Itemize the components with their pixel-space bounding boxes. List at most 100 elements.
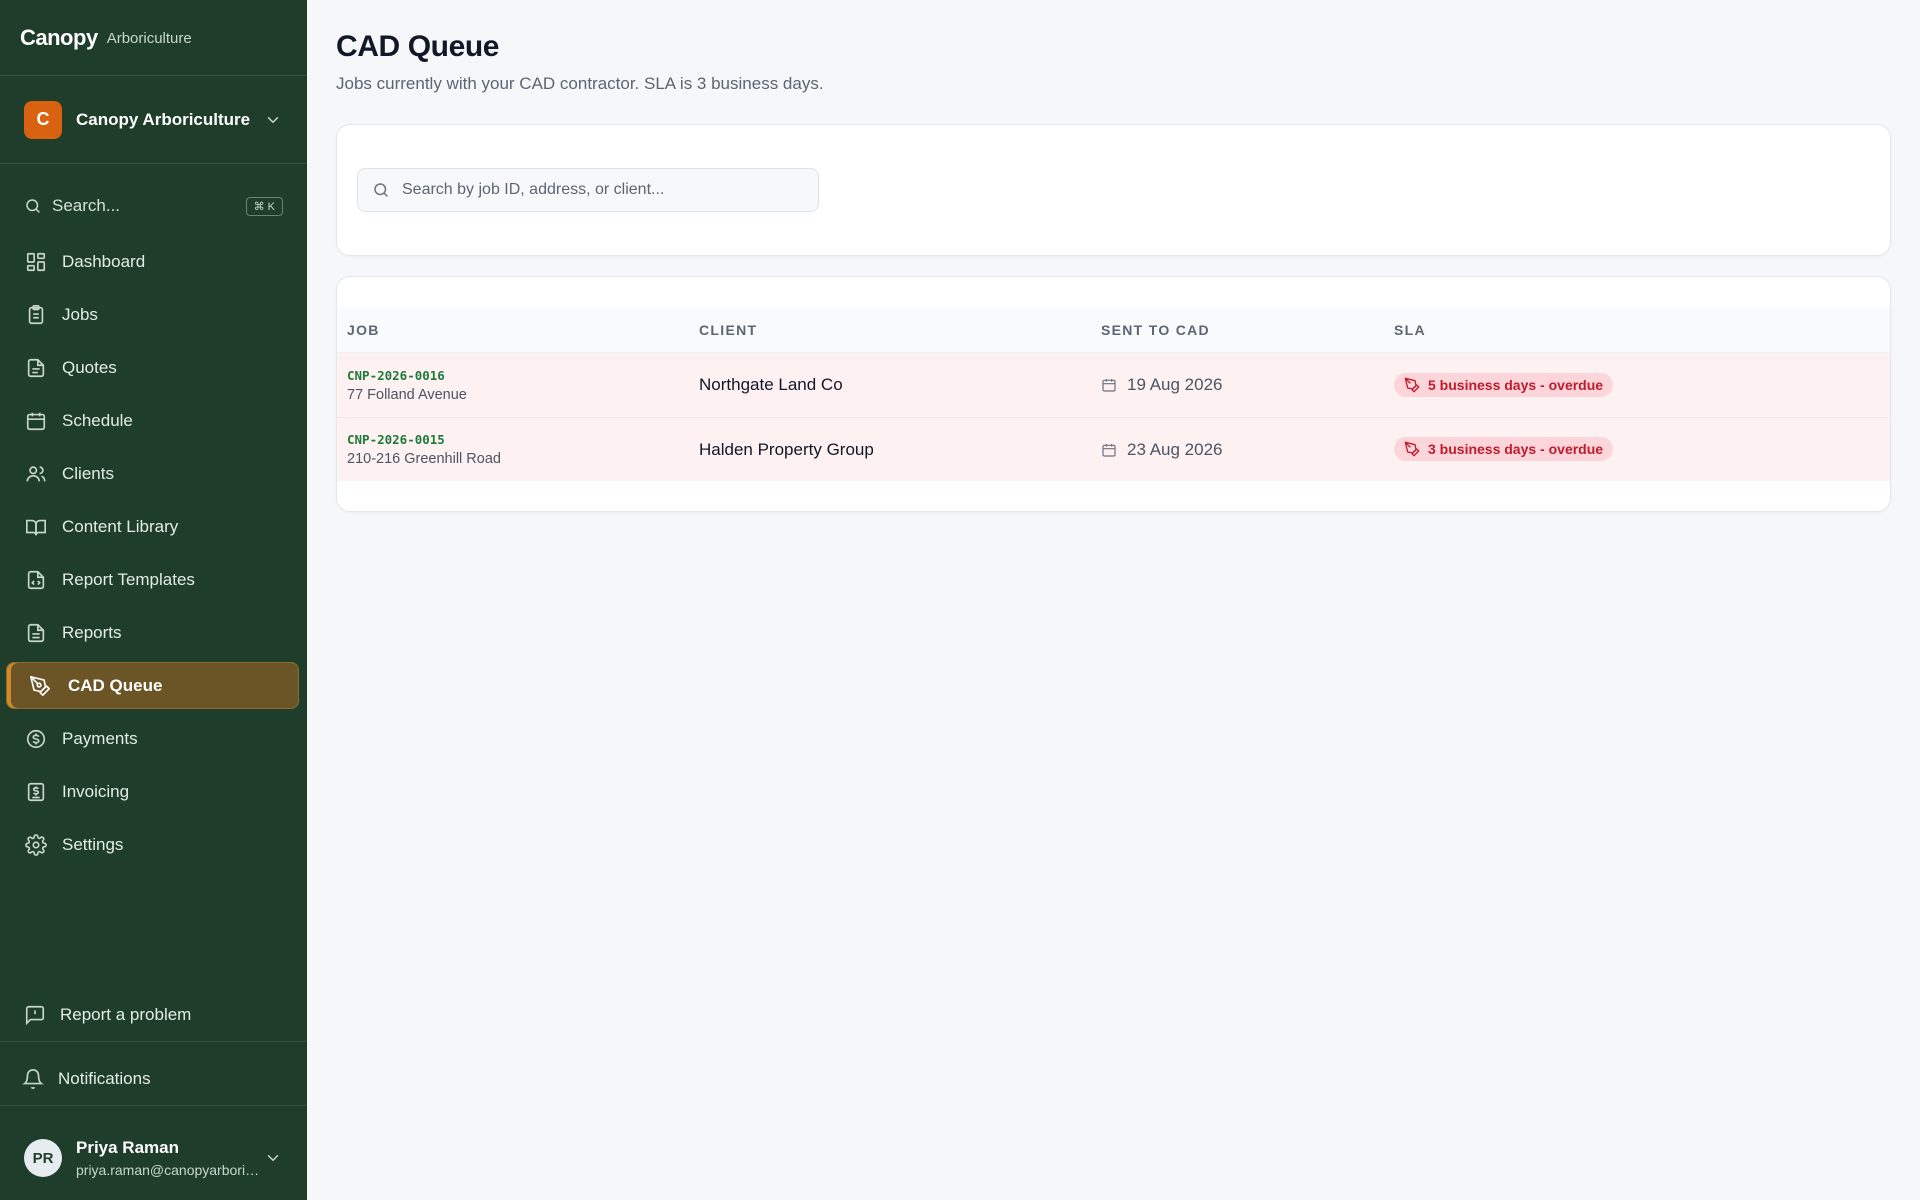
table-header: Job Client Sent to CAD SLA (337, 307, 1890, 353)
job-id-link[interactable]: CNP-2026-0015 (347, 432, 699, 447)
book-icon (24, 515, 48, 539)
job-cell: CNP-2026-0015 210-216 Greenhill Road (337, 432, 699, 467)
sidebar-item-report-templates[interactable]: Report Templates (6, 556, 299, 603)
calendar-icon (1101, 442, 1117, 458)
avatar: PR (24, 1139, 62, 1177)
message-alert-icon (24, 1004, 46, 1026)
main-content: CAD Queue Jobs currently with your CAD c… (307, 0, 1920, 1200)
table-row[interactable]: CNP-2026-0015 210-216 Greenhill Road Hal… (337, 417, 1890, 481)
sidebar-item-cad-queue[interactable]: CAD Queue (6, 662, 299, 709)
brand-name: Canopy (20, 24, 98, 50)
sent-date-cell: 23 Aug 2026 (1101, 440, 1394, 460)
receipt-icon (24, 780, 48, 804)
sidebar-item-invoicing[interactable]: Invoicing (6, 768, 299, 815)
file-text-icon (24, 621, 48, 645)
sidebar-item-label: Dashboard (62, 251, 146, 271)
sent-date-cell: 19 Aug 2026 (1101, 375, 1394, 395)
sidebar-item-content-library[interactable]: Content Library (6, 503, 299, 550)
status-badge: 5 business days - overdue (1394, 372, 1614, 397)
clipboard-icon (24, 303, 48, 327)
bell-icon (22, 1068, 44, 1090)
sidebar-search[interactable]: Search... ⌘ K (24, 188, 283, 224)
column-header-sent[interactable]: Sent to CAD (1101, 322, 1394, 338)
sidebar-item-label: Invoicing (62, 781, 130, 801)
notifications-button[interactable]: Notifications (0, 1052, 307, 1106)
tag-icon (1404, 441, 1420, 457)
sidebar-item-reports[interactable]: Reports (6, 609, 299, 656)
sent-date: 19 Aug 2026 (1127, 375, 1223, 394)
gear-icon (24, 833, 48, 857)
sidebar-nav: Dashboard Jobs Quotes Schedule Clients C… (0, 238, 307, 874)
sla-cell: 5 business days - overdue (1394, 372, 1890, 398)
status-badge-label: 3 business days - overdue (1428, 441, 1604, 457)
brand-subtitle: Arboriculture (106, 30, 192, 47)
app-root: Canopy Arboriculture C Canopy Arboricult… (0, 0, 1920, 1200)
column-header-sla[interactable]: SLA (1394, 322, 1890, 338)
status-badge: 3 business days - overdue (1394, 437, 1614, 461)
search-icon (24, 197, 42, 215)
dollar-circle-icon (24, 727, 48, 751)
sidebar-item-label: Report Templates (62, 569, 195, 589)
client-name: Northgate Land Co (699, 375, 843, 394)
sidebar-item-label: Clients (62, 463, 114, 483)
sidebar-item-label: Reports (62, 622, 122, 642)
notifications-label: Notifications (58, 1068, 151, 1088)
dashboard-icon (24, 250, 48, 274)
sidebar-item-settings[interactable]: Settings (6, 821, 299, 868)
sidebar-item-dashboard[interactable]: Dashboard (6, 238, 299, 285)
page-title: CAD Queue (336, 30, 500, 63)
job-address: 77 Folland Avenue (347, 386, 467, 403)
sidebar: Canopy Arboriculture C Canopy Arboricult… (0, 0, 307, 1200)
sidebar-search-label: Search... (52, 196, 121, 215)
status-badge-label: 5 business days - overdue (1428, 376, 1604, 393)
brand: Canopy Arboriculture (0, 0, 307, 76)
org-badge: C (24, 100, 62, 139)
user-meta: Priya Raman priya.raman@canopyarboricult… (76, 1138, 263, 1178)
job-cell: CNP-2026-0016 77 Folland Avenue (337, 368, 699, 403)
sent-date: 23 Aug 2026 (1127, 439, 1223, 459)
tag-icon (1404, 377, 1420, 393)
client-name: Halden Property Group (699, 439, 874, 459)
column-header-client[interactable]: Client (699, 322, 1101, 338)
sidebar-item-label: Settings (62, 834, 124, 854)
org-name: Canopy Arboriculture (76, 109, 251, 129)
job-search-box[interactable] (357, 168, 819, 212)
sidebar-item-label: Payments (62, 728, 138, 748)
chevron-down-icon (263, 110, 283, 130)
report-problem-button[interactable]: Report a problem (0, 988, 307, 1042)
search-card (336, 124, 1891, 256)
document-icon (24, 356, 48, 380)
chevron-down-icon (263, 1148, 283, 1168)
sidebar-item-payments[interactable]: Payments (6, 715, 299, 762)
sidebar-item-schedule[interactable]: Schedule (6, 397, 299, 444)
job-id-link[interactable]: CNP-2026-0016 (347, 368, 699, 383)
user-name: Priya Raman (76, 1138, 179, 1157)
sidebar-item-label: Jobs (62, 304, 98, 324)
pen-tool-icon (28, 674, 52, 698)
search-icon (372, 181, 390, 199)
job-address: 210-216 Greenhill Road (347, 451, 501, 467)
report-problem-label: Report a problem (60, 1004, 192, 1024)
sidebar-item-label: CAD Queue (68, 675, 163, 695)
column-header-job[interactable]: Job (337, 322, 699, 338)
org-switcher[interactable]: C Canopy Arboriculture (0, 76, 307, 164)
calendar-icon (24, 409, 48, 433)
sidebar-item-label: Schedule (62, 410, 133, 430)
table-row[interactable]: CNP-2026-0016 77 Folland Avenue Northgat… (337, 353, 1890, 417)
sidebar-item-label: Content Library (62, 516, 179, 536)
sidebar-item-quotes[interactable]: Quotes (6, 344, 299, 391)
page-subtitle: Jobs currently with your CAD contractor.… (336, 74, 824, 93)
users-icon (24, 462, 48, 486)
user-email: priya.raman@canopyarboriculture.com (76, 1162, 263, 1178)
job-search-input[interactable] (402, 181, 804, 199)
file-code-icon (24, 568, 48, 592)
sidebar-item-label: Quotes (62, 357, 117, 377)
sidebar-bottom: Report a problem Notifications PR Priya … (0, 988, 307, 1200)
search-shortcut: ⌘ K (245, 196, 283, 216)
calendar-icon (1101, 377, 1117, 393)
sla-cell: 3 business days - overdue (1394, 437, 1890, 462)
user-menu[interactable]: PR Priya Raman priya.raman@canopyarboric… (0, 1116, 307, 1200)
cad-queue-table: Job Client Sent to CAD SLA CNP-2026-0016… (336, 276, 1891, 512)
sidebar-item-jobs[interactable]: Jobs (6, 291, 299, 338)
sidebar-item-clients[interactable]: Clients (6, 450, 299, 497)
